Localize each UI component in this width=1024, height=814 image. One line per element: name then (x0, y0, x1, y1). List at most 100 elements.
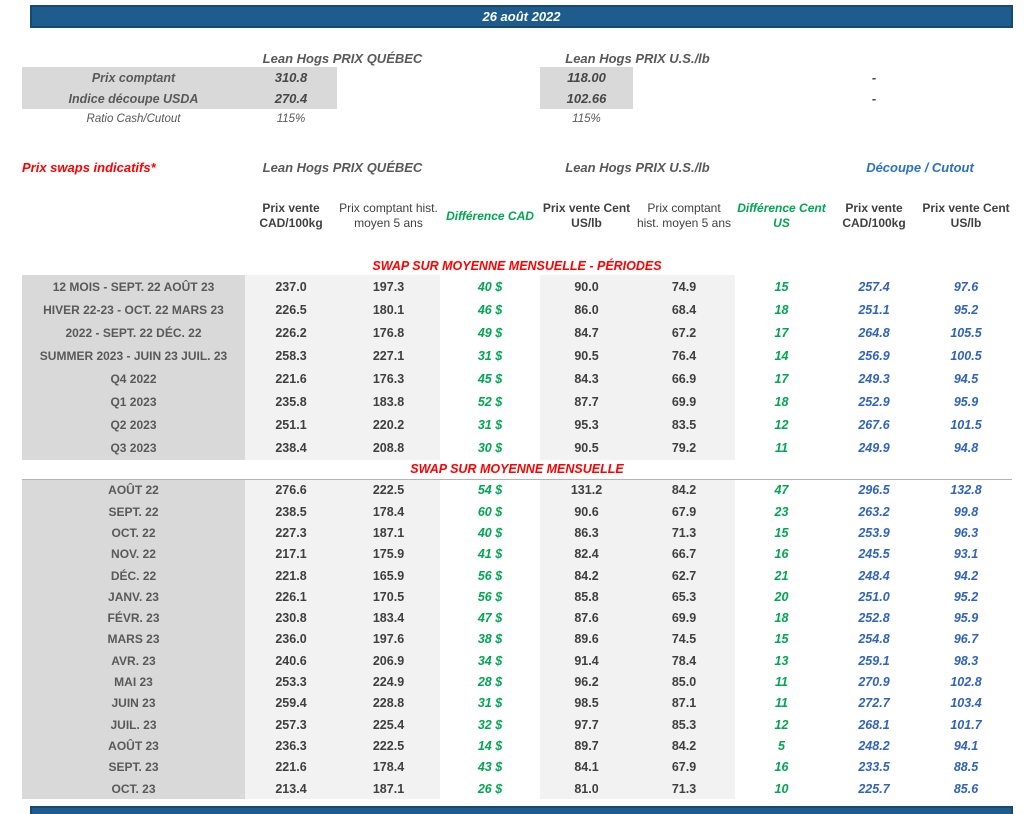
cell-cutout-us: 102.8 (920, 671, 1012, 693)
cell-diff-cad: 40 $ (440, 275, 540, 299)
cell-cutout-us: 132.8 (920, 479, 1012, 502)
spot-price-section: Lean Hogs PRIX QUÉBEC Lean Hogs PRIX U.S… (22, 49, 1012, 128)
cell-hist-cad: 176.8 (337, 321, 440, 345)
cell-prix-vente-us: 98.5 (540, 692, 633, 715)
cell-hist-cad: 206.9 (337, 650, 440, 672)
cell-hist-cad: 220.2 (337, 413, 440, 437)
column-header-row: Prix vente CAD/100kg Prix comptant hist.… (22, 184, 1012, 248)
cell-prix-vente-us: 90.0 (540, 275, 633, 299)
cell-prix-vente-us: 89.6 (540, 628, 633, 651)
spot-row-label: Prix comptant (22, 67, 245, 88)
cell-hist-cad: 176.3 (337, 367, 440, 391)
cell-prix-vente-cad: 259.4 (245, 692, 337, 715)
swaps-title: Prix swaps indicatifs* (22, 159, 156, 175)
spot-quebec-header: Lean Hogs PRIX QUÉBEC (262, 50, 423, 66)
cell-hist-us: 69.9 (633, 390, 735, 414)
cell-hist-us: 62.7 (633, 564, 735, 587)
cell-hist-us: 71.3 (633, 777, 735, 800)
cell-prix-vente-cad: 257.3 (245, 714, 337, 736)
swaps-us-header: Lean Hogs PRIX U.S./lb (565, 159, 710, 175)
cell-prix-vente-us: 87.7 (540, 390, 633, 414)
colhead-prix-vente-cad: Prix vente CAD/100kg (259, 201, 323, 230)
cell-diff-cad: 56 $ (440, 564, 540, 587)
swap-section: SWAP SUR MOYENNE MENSUELLE - PÉRIODES 12 … (0, 256, 1024, 460)
cell-cutout-cad: 257.4 (828, 275, 920, 299)
cell-hist-cad: 170.5 (337, 586, 440, 608)
cell-diff-cad: 47 $ (440, 607, 540, 629)
cell-prix-vente-cad: 226.2 (245, 321, 337, 345)
cell-diff-cad: 32 $ (440, 714, 540, 736)
cell-cutout-us: 99.8 (920, 501, 1012, 523)
cell-hist-us: 76.4 (633, 344, 735, 368)
cell-hist-cad: 187.1 (337, 522, 440, 544)
cell-diff-us: 5 (735, 735, 828, 757)
cell-prix-vente-us: 90.6 (540, 501, 633, 523)
cell-prix-vente-us: 91.4 (540, 650, 633, 672)
cell-diff-cad: 30 $ (440, 436, 540, 460)
bottom-banner (30, 806, 1013, 814)
cell-cutout-cad: 259.1 (828, 650, 920, 672)
colhead-difference-cad: Différence CAD (446, 208, 534, 223)
spot-row-label: Indice découpe USDA (22, 88, 245, 109)
cell-prix-vente-cad: 237.0 (245, 275, 337, 299)
section-rows: 12 MOIS - SEPT. 22 AOÛT 23 237.0 197.3 40 $… (22, 275, 1012, 460)
cell-hist-us: 67.2 (633, 321, 735, 345)
cell-cutout-us: 96.3 (920, 522, 1012, 544)
cell-hist-us: 68.4 (633, 298, 735, 322)
cell-diff-us: 15 (735, 522, 828, 544)
cell-prix-vente-cad: 236.3 (245, 735, 337, 757)
cell-prix-vente-cad: 230.8 (245, 607, 337, 629)
cell-cutout-us: 103.4 (920, 692, 1012, 715)
colhead-hist-us: Prix comptant hist. moyen 5 ans (636, 201, 732, 230)
row-label: JUIN 23 (22, 692, 245, 715)
spot-us-value: 102.66 (540, 88, 633, 109)
cell-prix-vente-us: 85.8 (540, 586, 633, 608)
cell-cutout-cad: 256.9 (828, 344, 920, 368)
cell-diff-us: 17 (735, 321, 828, 345)
cell-prix-vente-cad: 221.6 (245, 756, 337, 778)
cell-prix-vente-cad: 235.8 (245, 390, 337, 414)
cell-hist-us: 67.9 (633, 756, 735, 778)
cell-hist-us: 79.2 (633, 436, 735, 460)
row-label: SUMMER 2023 - JUIN 23 JUIL. 23 (22, 344, 245, 368)
cell-hist-us: 85.0 (633, 671, 735, 693)
cell-diff-cad: 34 $ (440, 650, 540, 672)
cell-cutout-us: 94.5 (920, 367, 1012, 391)
cell-hist-us: 87.1 (633, 692, 735, 715)
cell-cutout-cad: 251.1 (828, 298, 920, 322)
swaps-header-row: Prix swaps indicatifs* Lean Hogs PRIX QU… (22, 158, 1012, 176)
cell-hist-us: 65.3 (633, 586, 735, 608)
cell-diff-us: 12 (735, 714, 828, 736)
cell-diff-cad: 26 $ (440, 777, 540, 800)
cell-diff-cad: 56 $ (440, 586, 540, 608)
spot-dash: - (828, 88, 920, 109)
cell-diff-cad: 31 $ (440, 413, 540, 437)
cell-cutout-cad: 245.5 (828, 543, 920, 565)
section-title: SWAP SUR MOYENNE MENSUELLE - PÉRIODES (372, 258, 662, 273)
row-label: NOV. 22 (22, 543, 245, 565)
cell-prix-vente-us: 96.2 (540, 671, 633, 693)
row-label: MAI 23 (22, 671, 245, 693)
cell-prix-vente-us: 84.1 (540, 756, 633, 778)
row-label: OCT. 22 (22, 522, 245, 544)
cell-cutout-cad: 252.8 (828, 607, 920, 629)
spot-quebec-value: 310.8 (245, 67, 337, 88)
row-label: HIVER 22-23 - OCT. 22 MARS 23 (22, 298, 245, 322)
swaps-cutout-header: Découpe / Cutout (866, 159, 974, 175)
cell-diff-cad: 31 $ (440, 692, 540, 715)
section-rows: AOÛT 22 276.6 222.5 54 $131.2 84.2 47 296.5 132… (22, 478, 1012, 800)
cell-prix-vente-us: 131.2 (540, 479, 633, 502)
cell-prix-vente-us: 84.7 (540, 321, 633, 345)
cell-hist-us: 84.2 (633, 735, 735, 757)
cell-prix-vente-cad: 227.3 (245, 522, 337, 544)
cell-hist-cad: 183.8 (337, 390, 440, 414)
cell-diff-us: 17 (735, 367, 828, 391)
cell-cutout-us: 95.2 (920, 586, 1012, 608)
cell-cutout-cad: 270.9 (828, 671, 920, 693)
cell-prix-vente-us: 86.3 (540, 522, 633, 544)
colhead-cutout-cad: Prix vente CAD/100kg (842, 201, 906, 230)
cell-diff-us: 16 (735, 543, 828, 565)
section-title: SWAP SUR MOYENNE MENSUELLE (410, 462, 624, 477)
cell-diff-cad: 43 $ (440, 756, 540, 778)
cell-hist-cad: 208.8 (337, 436, 440, 460)
